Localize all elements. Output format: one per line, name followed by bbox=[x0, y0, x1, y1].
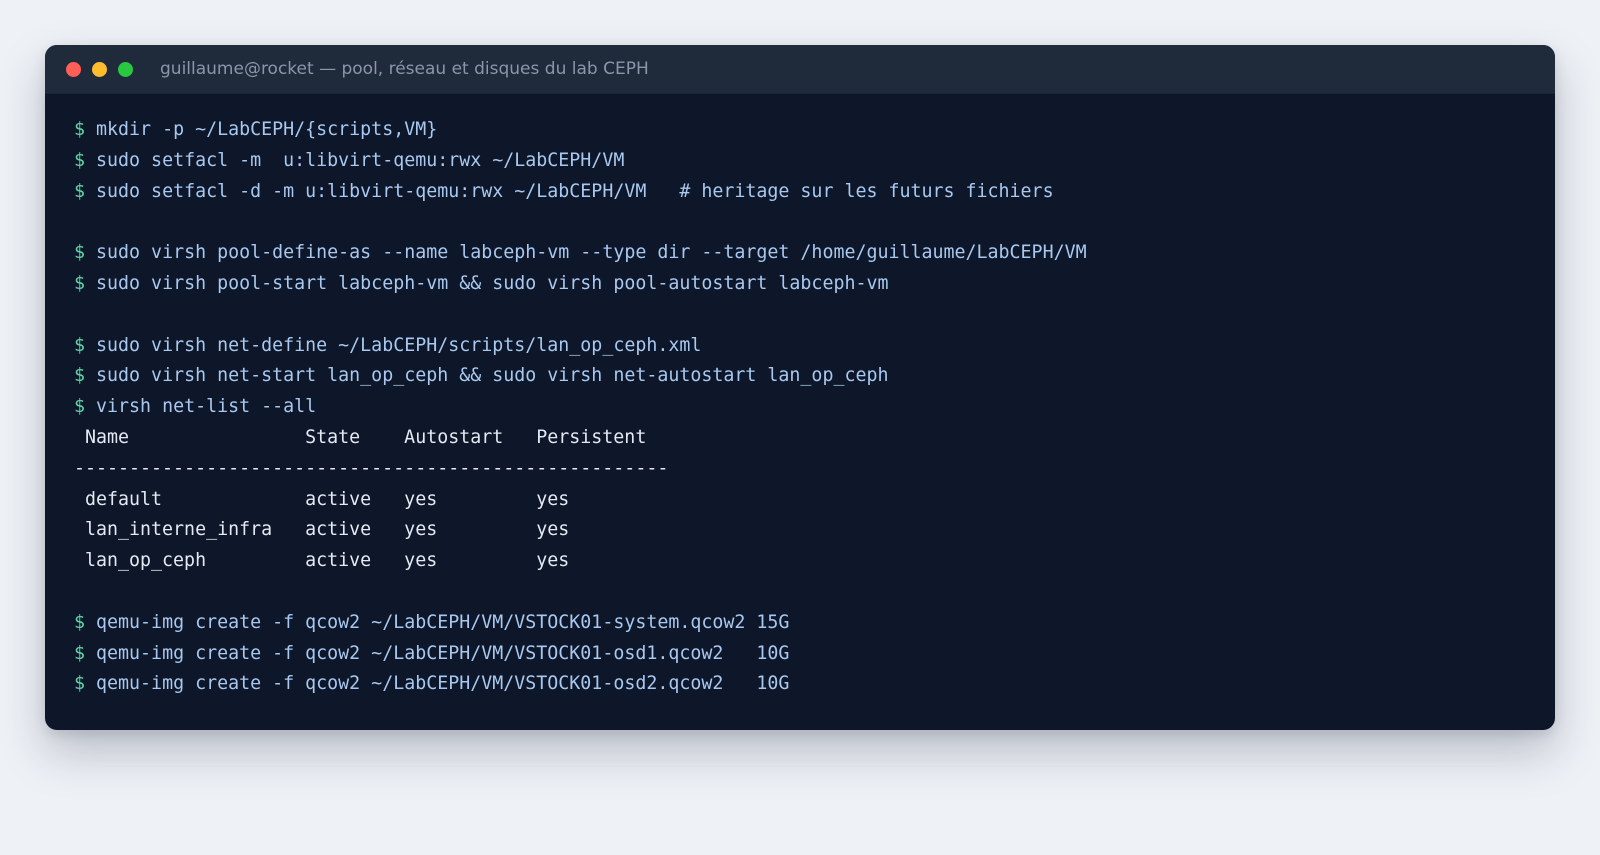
output-text: default active yes yes bbox=[74, 488, 570, 510]
command-text: sudo virsh net-start lan_op_ceph && sudo… bbox=[96, 365, 889, 387]
command-text: sudo virsh pool-start labceph-vm && sudo… bbox=[96, 272, 889, 294]
zoom-window-button[interactable] bbox=[118, 62, 133, 77]
prompt-symbol: $ bbox=[74, 365, 86, 387]
prompt-symbol: $ bbox=[74, 396, 86, 418]
close-window-button[interactable] bbox=[66, 62, 81, 77]
command-line: $ sudo virsh net-define ~/LabCEPH/script… bbox=[74, 331, 1535, 362]
prompt-symbol: $ bbox=[74, 611, 86, 633]
output-line: Name State Autostart Persistent bbox=[74, 423, 1535, 454]
minimize-window-button[interactable] bbox=[92, 62, 107, 77]
terminal-window: guillaume@rocket — pool, réseau et disqu… bbox=[45, 45, 1555, 730]
output-text: lan_op_ceph active yes yes bbox=[74, 550, 570, 572]
prompt-symbol: $ bbox=[74, 119, 86, 140]
output-line: lan_interne_infra active yes yes bbox=[74, 515, 1535, 546]
command-line: $ sudo setfacl -d -m u:libvirt-qemu:rwx … bbox=[74, 177, 1535, 208]
window-title: guillaume@rocket — pool, réseau et disqu… bbox=[160, 59, 649, 79]
command-text: qemu-img create -f qcow2 ~/LabCEPH/VM/VS… bbox=[96, 642, 790, 664]
command-text: qemu-img create -f qcow2 ~/LabCEPH/VM/VS… bbox=[96, 611, 790, 633]
command-text: sudo setfacl -m u:libvirt-qemu:rwx ~/Lab… bbox=[96, 149, 625, 171]
output-line: lan_op_ceph active yes yes bbox=[74, 546, 1535, 577]
prompt-symbol: $ bbox=[74, 642, 86, 664]
command-line: $ sudo virsh pool-start labceph-vm && su… bbox=[74, 269, 1535, 300]
command-line: $ qemu-img create -f qcow2 ~/LabCEPH/VM/… bbox=[74, 639, 1535, 670]
prompt-symbol: $ bbox=[74, 673, 86, 695]
command-line: $ sudo setfacl -m u:libvirt-qemu:rwx ~/L… bbox=[74, 146, 1535, 177]
terminal-output[interactable]: $ mkdir -p ~/LabCEPH/{scripts,VM} $ sudo … bbox=[74, 115, 1535, 700]
command-text: virsh net-list --all bbox=[96, 396, 317, 418]
command-text: sudo setfacl -d -m u:libvirt-qemu:rwx ~/… bbox=[96, 180, 1054, 202]
command-line: $ sudo virsh net-start lan_op_ceph && su… bbox=[74, 361, 1535, 392]
command-line: $ qemu-img create -f qcow2 ~/LabCEPH/VM/… bbox=[74, 669, 1535, 700]
output-line: ----------------------------------------… bbox=[74, 454, 1535, 485]
prompt-symbol: $ bbox=[74, 149, 86, 171]
prompt-symbol: $ bbox=[74, 180, 86, 202]
output-text: Name State Autostart Persistent bbox=[74, 426, 647, 448]
prompt-symbol: $ bbox=[74, 334, 86, 356]
command-text: mkdir -p ~/LabCEPH/{scripts,VM} bbox=[96, 119, 438, 140]
command-text: sudo virsh net-define ~/LabCEPH/scripts/… bbox=[96, 334, 702, 356]
command-line: $ sudo virsh pool-define-as --name labce… bbox=[74, 238, 1535, 269]
command-line: $ virsh net-list --all bbox=[74, 392, 1535, 423]
title-bar: guillaume@rocket — pool, réseau et disqu… bbox=[45, 45, 1555, 94]
command-line: $ mkdir -p ~/LabCEPH/{scripts,VM} bbox=[74, 115, 1535, 146]
prompt-symbol: $ bbox=[74, 242, 86, 264]
prompt-symbol: $ bbox=[74, 272, 86, 294]
output-line: default active yes yes bbox=[74, 485, 1535, 516]
command-text: qemu-img create -f qcow2 ~/LabCEPH/VM/VS… bbox=[96, 673, 790, 695]
command-line: $ qemu-img create -f qcow2 ~/LabCEPH/VM/… bbox=[74, 608, 1535, 639]
command-text: sudo virsh pool-define-as --name labceph… bbox=[96, 242, 1087, 264]
output-text: ----------------------------------------… bbox=[74, 457, 669, 479]
output-text: lan_interne_infra active yes yes bbox=[74, 519, 570, 541]
